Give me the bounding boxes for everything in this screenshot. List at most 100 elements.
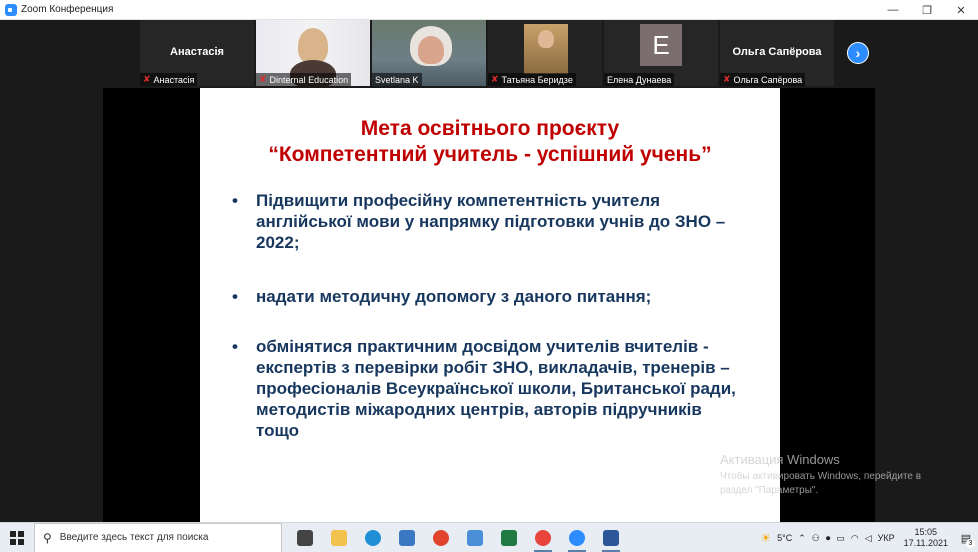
clock-time: 15:05	[914, 527, 938, 537]
participant-tile[interactable]: Анастасія ✘ Анастасія	[140, 20, 254, 86]
participant-tile[interactable]: Ольга Сапёрова ✘ Ольга Сапёрова	[720, 20, 834, 86]
taskbar-app-button[interactable]	[492, 523, 526, 552]
people-icon[interactable]: ⚇	[812, 533, 820, 544]
start-button[interactable]	[0, 523, 34, 552]
participant-name: Svetlana K	[375, 74, 419, 85]
chrome-icon	[535, 529, 551, 546]
slide-bullet: • Підвищити професійну компетентність уч…	[232, 190, 725, 253]
participant-name-bar: ✘ Ольга Сапёрова	[720, 73, 806, 86]
clock-date: 17.11.2021	[903, 538, 948, 548]
taskbar-search-box[interactable]: ⚲ Введите здесь текст для поиска	[34, 522, 282, 552]
slide-bullet: • надати методичну допомогу з даного пит…	[232, 286, 651, 307]
battery-icon[interactable]: ▭	[836, 533, 845, 544]
participant-strip: Анастасія ✘ Анастасія ✘ Dinternal Educat…	[140, 20, 836, 86]
windows-logo-icon	[10, 530, 24, 545]
taskbar-app-button[interactable]	[458, 523, 492, 552]
participant-name: Ольга Сапёрова	[733, 74, 803, 85]
bullet-line: надати методичну допомогу з даного питан…	[256, 287, 652, 306]
muted-mic-icon: ✘	[723, 74, 731, 84]
participant-center-name: Ольга Сапёрова	[732, 46, 822, 58]
participant-tile[interactable]: E Елена Дунаева	[604, 20, 718, 86]
file-explorer-icon	[331, 529, 347, 546]
next-participants-button[interactable]: ›	[847, 42, 869, 64]
bullet-line: тощо	[256, 421, 299, 440]
weather-icon[interactable]: ☀	[760, 531, 771, 545]
participant-name-bar: ✘ Татьяна Беридзе	[488, 73, 576, 86]
volume-icon[interactable]: ◁	[865, 533, 872, 544]
participant-tile[interactable]: ✘ Dinternal Education	[256, 20, 370, 86]
minimize-button[interactable]: —	[876, 0, 910, 20]
presentation-slide: Мета освітнього проєкту “Компетентний уч…	[200, 88, 780, 522]
bullet-line: методистів міжародних центрів, авторів п…	[256, 400, 702, 419]
participant-video-face	[298, 28, 328, 64]
search-placeholder: Введите здесь текст для поиска	[59, 532, 209, 543]
muted-mic-icon: ✘	[143, 74, 151, 84]
bullet-line: експертів з перевірки робіт ЗНО, виклада…	[256, 358, 730, 377]
taskbar-app-button[interactable]	[526, 523, 560, 552]
bullet-dot: •	[232, 337, 238, 356]
taskbar-app-button[interactable]	[560, 523, 594, 552]
window-title-bar: Zoom Конференция — ❐ ✕	[0, 0, 978, 20]
bullet-line: Підвищити професійну компетентність учит…	[256, 191, 661, 210]
window-controls: — ❐ ✕	[876, 0, 978, 20]
taskbar-app-button[interactable]	[390, 523, 424, 552]
taskbar-app-icons	[288, 523, 628, 552]
notifications-button[interactable]: ▤ 3	[954, 523, 978, 552]
participant-tile-active-speaker[interactable]: Svetlana K	[372, 20, 486, 86]
yandex-icon	[433, 529, 449, 546]
activation-text-line-1: Чтобы активировать Windows, перейдите в	[720, 471, 922, 482]
close-button[interactable]: ✕	[944, 0, 978, 20]
bullet-dot: •	[232, 287, 238, 306]
participant-name-bar: Елена Дунаева	[604, 73, 675, 86]
restore-button[interactable]: ❐	[910, 0, 944, 20]
windows-taskbar: ⚲ Введите здесь текст для поиска ☀ 5°C ⌃…	[0, 522, 978, 552]
zoom-app-icon	[5, 3, 17, 16]
participant-name: Татьяна Беридзе	[501, 74, 573, 85]
participant-video-face	[538, 30, 554, 48]
bullet-dot: •	[232, 191, 238, 210]
photos-icon	[467, 529, 483, 546]
show-hidden-icons[interactable]: ⌃	[798, 533, 806, 544]
window-title: Zoom Конференция	[21, 4, 114, 15]
participant-name: Елена Дунаева	[607, 74, 672, 85]
excel-icon	[501, 529, 517, 546]
system-tray: ☀ 5°C ⌃ ⚇ ⏺ ▭ ◠ ◁ УКР 15:05 17.11.2021 ▤…	[757, 523, 978, 552]
task-view-icon	[297, 529, 313, 546]
participant-name: Dinternal Education	[269, 74, 349, 85]
participant-name-bar: Svetlana K	[372, 73, 422, 86]
weather-temperature[interactable]: 5°C	[777, 533, 792, 543]
edge-icon	[365, 529, 381, 546]
meeting-area: Анастасія ✘ Анастасія ✘ Dinternal Educat…	[0, 20, 978, 522]
network-icon[interactable]: ◠	[851, 533, 859, 544]
bullet-line: професіоналів Всеукраїнської школи, Брит…	[256, 379, 736, 398]
participant-center-name: Анастасія	[170, 46, 224, 58]
participant-avatar: E	[640, 24, 682, 66]
search-icon: ⚲	[43, 530, 52, 545]
taskbar-app-button[interactable]	[322, 523, 356, 552]
taskbar-app-button[interactable]	[356, 523, 390, 552]
slide-title-line-2: “Компетентний учитель - успішний учень”	[268, 143, 712, 166]
muted-mic-icon: ✘	[259, 74, 267, 84]
app-blue-icon	[399, 529, 415, 546]
participant-tile[interactable]: ✘ Татьяна Беридзе	[488, 20, 602, 86]
slide-bullet: • обмінятися практичним досвідом учителі…	[232, 336, 736, 441]
taskbar-app-button[interactable]	[594, 523, 628, 552]
bullet-line: обмінятися практичним досвідом учителів …	[256, 337, 709, 356]
activation-title: Активация Windows	[720, 452, 840, 467]
zoom-icon	[569, 529, 585, 546]
participant-video-face	[418, 36, 444, 64]
notification-count: 3	[966, 539, 975, 548]
bullet-line: 2022;	[256, 233, 300, 252]
muted-mic-icon: ✘	[491, 74, 499, 84]
bullet-line: англійської мови у напрямку підготовки у…	[256, 212, 726, 231]
taskbar-app-button[interactable]	[424, 523, 458, 552]
microphone-icon[interactable]: ⏺	[826, 533, 831, 544]
language-indicator[interactable]: УКР	[878, 533, 895, 543]
windows-activation-watermark: Активация Windows Чтобы активировать Win…	[720, 452, 921, 498]
participant-name-bar: ✘ Анастасія	[140, 73, 198, 86]
taskbar-app-button[interactable]	[288, 523, 322, 552]
slide-title-line-1: Мета освітнього проєкту	[360, 117, 620, 140]
participant-name: Анастасія	[153, 74, 195, 85]
slide-title: Мета освітнього проєкту “Компетентний уч…	[200, 116, 780, 168]
taskbar-clock[interactable]: 15:05 17.11.2021	[904, 527, 948, 549]
